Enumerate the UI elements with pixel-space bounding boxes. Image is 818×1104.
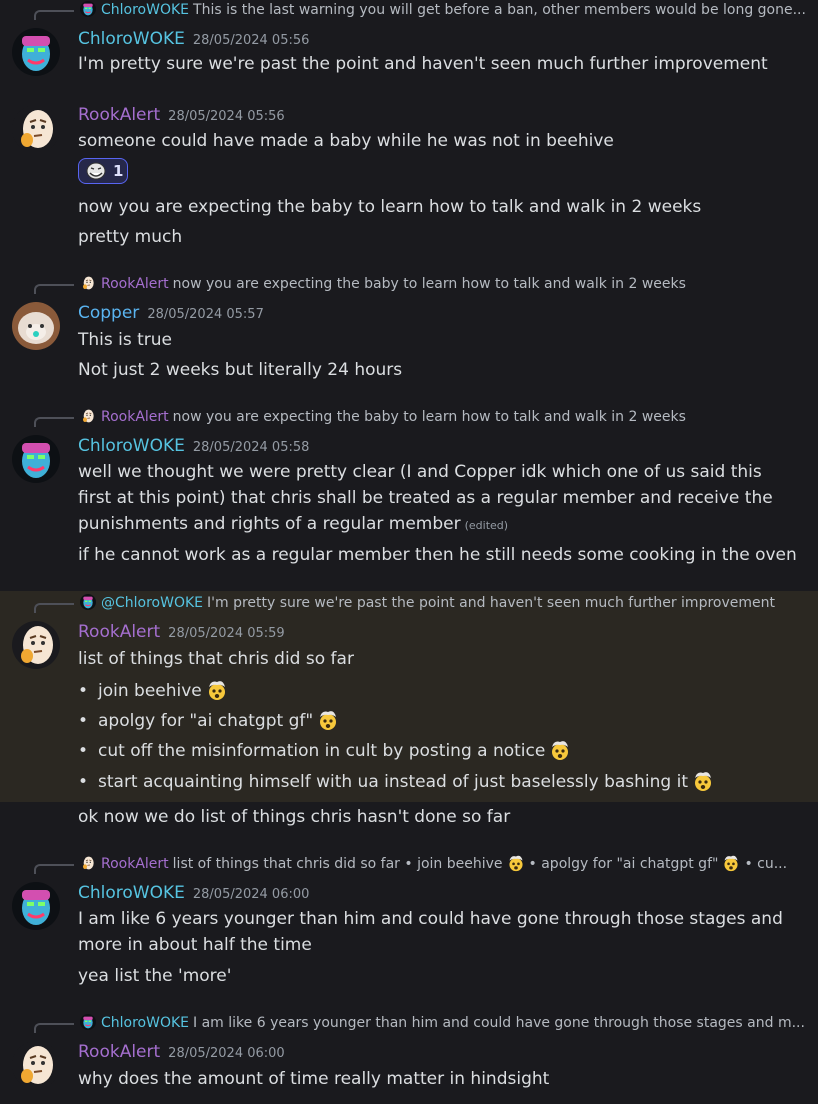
reply-author[interactable]: RookAlert bbox=[101, 409, 169, 425]
message-text: ok now we do list of things chris hasn't… bbox=[78, 807, 511, 827]
message-3: RookAlert now you are expecting the baby … bbox=[0, 274, 818, 389]
reply-text: • apolgy for "ai chatgpt gf" bbox=[528, 856, 719, 872]
timestamp: 28/05/2024 06:00 bbox=[192, 887, 310, 902]
reply-spine bbox=[34, 1023, 74, 1033]
message-7: ChloroWOKE I am like 6 years younger than… bbox=[0, 1013, 818, 1104]
reply-author[interactable]: ChloroWOKE bbox=[101, 2, 189, 18]
exploding-head-icon bbox=[722, 854, 740, 872]
avatar[interactable] bbox=[12, 105, 60, 153]
message-text: I'm pretty sure we're past the point and… bbox=[78, 54, 768, 74]
message-text: This is true bbox=[78, 330, 173, 350]
reply-spine bbox=[34, 603, 74, 613]
reply-preview[interactable]: RookAlert list of things that chris did s… bbox=[0, 854, 818, 874]
reply-avatar bbox=[80, 1014, 96, 1030]
reply-spine bbox=[34, 417, 74, 427]
troll-face-icon bbox=[85, 160, 107, 182]
exploding-head-icon bbox=[692, 770, 714, 792]
author-name[interactable]: Copper bbox=[78, 303, 139, 323]
reply-preview[interactable]: RookAlert now you are expecting the baby … bbox=[0, 274, 818, 294]
exploding-head-icon bbox=[549, 739, 571, 761]
message-text: now you are expecting the baby to learn … bbox=[78, 197, 702, 217]
reply-author[interactable]: RookAlert bbox=[101, 276, 169, 292]
reply-avatar bbox=[80, 408, 96, 424]
reply-preview[interactable]: @ChloroWOKE I'm pretty sure we're past th… bbox=[0, 593, 818, 613]
timestamp: 28/05/2024 05:57 bbox=[147, 307, 264, 322]
edited-label: (edited) bbox=[464, 519, 509, 532]
list-item: • join beehive bbox=[78, 678, 228, 704]
reply-avatar bbox=[80, 1, 96, 17]
list-item-text: cut off the misinformation in cult by po… bbox=[98, 741, 546, 761]
message-6: RookAlert list of things that chris did s… bbox=[0, 854, 818, 994]
reply-preview[interactable]: RookAlert now you are expecting the baby … bbox=[0, 407, 818, 427]
exploding-head-icon bbox=[317, 709, 339, 731]
reply-spine bbox=[34, 284, 74, 294]
author-name[interactable]: ChloroWOKE bbox=[78, 436, 185, 456]
author-name[interactable]: RookAlert bbox=[78, 622, 160, 642]
reply-spine bbox=[34, 864, 74, 874]
reply-text: I am like 6 years younger than him and c… bbox=[193, 1015, 805, 1031]
reply-avatar bbox=[80, 275, 96, 291]
list-item: • cut off the misinformation in cult by p… bbox=[78, 738, 571, 764]
timestamp: 28/05/2024 05:56 bbox=[192, 33, 310, 48]
message-1: ChloroWOKE This is the last warning you w… bbox=[0, 0, 818, 90]
list-item-text: apolgy for "ai chatgpt gf" bbox=[98, 711, 314, 731]
author-name[interactable]: ChloroWOKE bbox=[78, 29, 185, 49]
list-item: • start acquainting himself with ua inste… bbox=[78, 769, 714, 795]
reply-avatar bbox=[80, 594, 96, 610]
reply-avatar bbox=[80, 855, 96, 871]
timestamp: 28/05/2024 06:00 bbox=[168, 1046, 285, 1061]
message-text: yea list the 'more' bbox=[78, 966, 232, 986]
reply-text: This is the last warning you will get be… bbox=[193, 2, 806, 18]
author-name[interactable]: ChloroWOKE bbox=[78, 883, 185, 903]
message-text: I am like 6 years younger than him and c… bbox=[78, 909, 783, 955]
timestamp: 28/05/2024 05:59 bbox=[168, 626, 285, 641]
list-item-text: start acquainting himself with ua instea… bbox=[98, 772, 688, 792]
avatar[interactable] bbox=[12, 435, 60, 483]
reply-author[interactable]: RookAlert bbox=[101, 856, 169, 872]
timestamp: 28/05/2024 05:58 bbox=[192, 440, 310, 455]
avatar[interactable] bbox=[12, 882, 60, 930]
message-4: RookAlert now you are expecting the baby … bbox=[0, 407, 818, 577]
reply-spine bbox=[34, 10, 74, 20]
timestamp: 28/05/2024 05:56 bbox=[168, 109, 285, 124]
reply-author[interactable]: @ChloroWOKE bbox=[101, 595, 203, 611]
reply-preview[interactable]: ChloroWOKE This is the last warning you w… bbox=[0, 0, 818, 20]
avatar[interactable] bbox=[12, 621, 60, 669]
reaction-button[interactable]: 1 bbox=[78, 158, 128, 184]
message-paragraph: well we thought we were pretty clear (I … bbox=[78, 462, 773, 534]
reaction-count: 1 bbox=[113, 162, 124, 180]
message-text: well we thought we were pretty clear (I … bbox=[78, 459, 798, 539]
message-text: if he cannot work as a regular member th… bbox=[78, 545, 797, 565]
list-item: • apolgy for "ai chatgpt gf" bbox=[78, 708, 339, 734]
reply-text: I'm pretty sure we're past the point and… bbox=[207, 595, 775, 611]
author-name[interactable]: RookAlert bbox=[78, 1042, 160, 1062]
reply-text: now you are expecting the baby to learn … bbox=[172, 409, 686, 425]
author-name[interactable]: RookAlert bbox=[78, 105, 160, 125]
message-text: why does the amount of time really matte… bbox=[78, 1069, 550, 1089]
reply-text: now you are expecting the baby to learn … bbox=[172, 276, 686, 292]
reply-text: list of things that chris did so far • j… bbox=[172, 856, 503, 872]
message-text: Not just 2 weeks but literally 24 hours bbox=[78, 360, 403, 380]
avatar[interactable] bbox=[12, 28, 60, 76]
avatar[interactable] bbox=[12, 302, 60, 350]
message-5-mention-highlight: @ChloroWOKE I'm pretty sure we're past th… bbox=[0, 591, 818, 802]
reply-author[interactable]: ChloroWOKE bbox=[101, 1015, 189, 1031]
exploding-head-icon bbox=[507, 854, 525, 872]
message-text: someone could have made a baby while he … bbox=[78, 131, 614, 151]
exploding-head-icon bbox=[206, 679, 228, 701]
list-item-text: join beehive bbox=[98, 681, 202, 701]
reply-text: • cu... bbox=[744, 856, 788, 872]
avatar[interactable] bbox=[12, 1041, 60, 1089]
message-2: RookAlert 28/05/2024 05:56 someone could … bbox=[0, 100, 818, 260]
message-text: list of things that chris did so far bbox=[78, 649, 354, 669]
reply-preview[interactable]: ChloroWOKE I am like 6 years younger than… bbox=[0, 1013, 818, 1033]
message-text: pretty much bbox=[78, 227, 183, 247]
